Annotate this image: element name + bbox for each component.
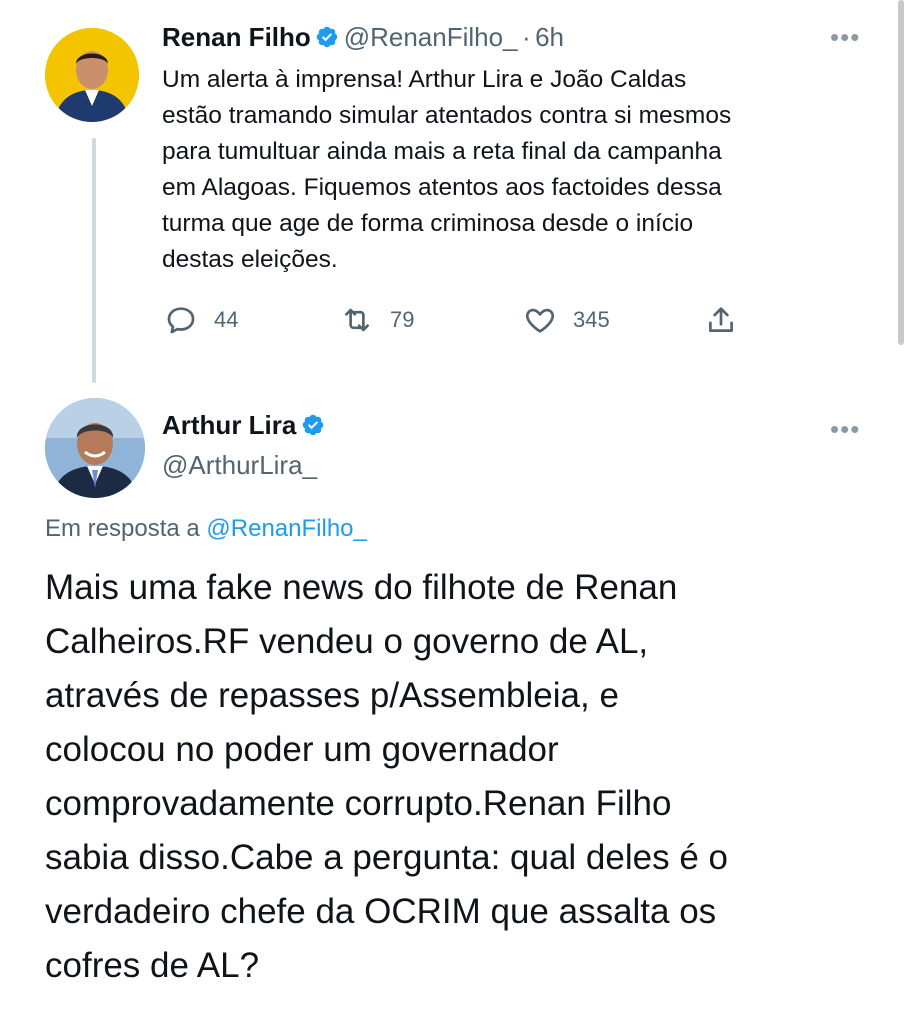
- retweet-count: 79: [390, 307, 415, 332]
- tweet-line: turma que age de forma criminosa desde o…: [162, 210, 694, 237]
- tweet-line: para tumultuar ainda mais a reta final d…: [162, 138, 722, 165]
- tweet-line: cofres de AL?: [45, 946, 260, 985]
- author-name[interactable]: Arthur Lira: [162, 410, 296, 440]
- reply-count: 44: [214, 307, 239, 332]
- tweet2-header: Arthur Lira: [162, 410, 325, 441]
- verified-badge-icon: [316, 26, 338, 48]
- tweet1-text: Um alerta à imprensa! Arthur Lira e João…: [162, 62, 872, 278]
- tweet-line: através de repasses p/Assembleia, e: [45, 676, 619, 715]
- tweet2-text: Mais uma fake news do filhote de Renan C…: [45, 561, 895, 993]
- tweet-line: verdadeiro chefe da OCRIM que assalta os: [45, 892, 717, 931]
- separator-dot: ·: [521, 22, 531, 52]
- tweet-time[interactable]: 6h: [535, 22, 564, 52]
- thread-line: [92, 138, 96, 383]
- share-icon: [709, 307, 733, 332]
- reply-prefix: Em resposta a: [45, 515, 200, 542]
- verified-badge-icon: [302, 414, 324, 436]
- tweet-line: Um alerta à imprensa! Arthur Lira e João…: [162, 66, 687, 93]
- scrollbar[interactable]: [898, 0, 904, 345]
- tweet-line: Calheiros.RF vendeu o governo de AL,: [45, 622, 649, 661]
- more-icon[interactable]: •••: [830, 22, 860, 53]
- tweet-line: destas eleições.: [162, 246, 338, 273]
- tweet-line: Mais uma fake news do filhote de Renan: [45, 568, 678, 607]
- author-handle[interactable]: @ArthurLira_: [162, 450, 317, 481]
- reply-icon: [167, 307, 195, 334]
- more-icon[interactable]: •••: [830, 414, 860, 445]
- tweet-line: estão tramando simular atentados contra …: [162, 102, 732, 129]
- avatar-arthur-lira[interactable]: [45, 398, 145, 498]
- avatar-image: [45, 28, 139, 122]
- reply-button[interactable]: 44: [164, 303, 238, 337]
- reply-to-link[interactable]: @RenanFilho_: [206, 515, 366, 542]
- tweet-line: comprovadamente corrupto.Renan Filho: [45, 784, 672, 823]
- avatar-renan-filho[interactable]: [45, 28, 139, 122]
- tweet-line: colocou no poder um governador: [45, 730, 559, 769]
- author-handle[interactable]: @RenanFilho_: [344, 22, 518, 52]
- tweet1-header: Renan Filho @RenanFilho_ · 6h: [162, 22, 564, 53]
- like-button[interactable]: 345: [523, 303, 610, 337]
- tweet-line: em Alagoas. Fiquemos atentos aos factoid…: [162, 174, 722, 201]
- retweet-button[interactable]: 79: [340, 303, 414, 337]
- avatar-image: [45, 398, 145, 498]
- like-count: 345: [573, 307, 610, 332]
- reply-context: Em resposta a @RenanFilho_: [45, 515, 367, 543]
- tweet-line: sabia disso.Cabe a pergunta: qual deles …: [45, 838, 728, 877]
- share-button[interactable]: [704, 303, 738, 337]
- author-name[interactable]: Renan Filho: [162, 22, 311, 52]
- retweet-icon: [345, 308, 369, 332]
- like-icon: [525, 308, 555, 333]
